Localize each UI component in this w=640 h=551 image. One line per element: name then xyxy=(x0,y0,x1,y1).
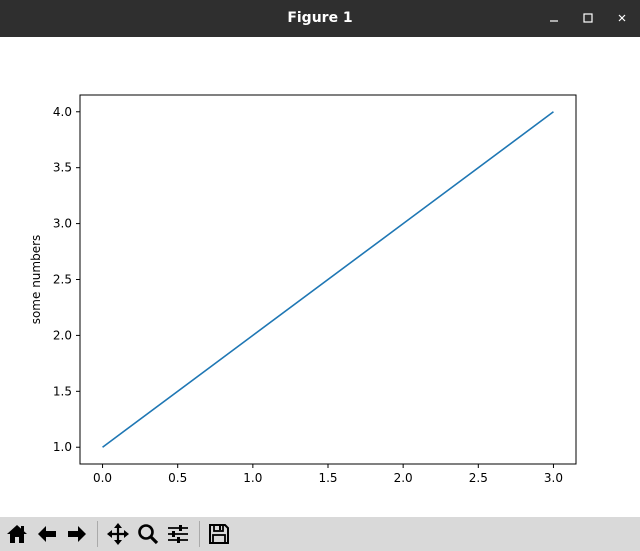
close-icon xyxy=(618,14,626,22)
y-tick-label: 4.0 xyxy=(53,105,72,119)
pan-button[interactable] xyxy=(104,520,131,547)
navigation-toolbar xyxy=(0,517,640,551)
y-tick-label: 3.5 xyxy=(53,161,72,175)
x-tick-label: 0.0 xyxy=(93,471,112,485)
y-tick-label: 2.5 xyxy=(53,273,72,287)
toolbar-separator xyxy=(199,521,200,547)
y-axis-label: some numbers xyxy=(29,235,43,325)
home-icon xyxy=(6,524,27,543)
maximize-icon xyxy=(583,13,593,23)
figure-canvas[interactable]: 0.0 0.5 1.0 1.5 2.0 2.5 3.0 1.0 1.5 2.0 2.5 3.0 3.5 4… xyxy=(0,37,640,517)
pan-icon xyxy=(106,522,129,545)
zoom-icon xyxy=(137,523,158,544)
x-tick-label: 1.5 xyxy=(318,471,337,485)
y-tick-label: 1.0 xyxy=(53,440,72,454)
configure-subplots-button[interactable] xyxy=(164,520,191,547)
forward-icon xyxy=(67,525,86,542)
minimize-icon xyxy=(550,20,558,22)
toolbar-separator xyxy=(97,521,98,547)
forward-button[interactable] xyxy=(63,520,90,547)
y-tick-label: 1.5 xyxy=(53,384,72,398)
maximize-button[interactable] xyxy=(578,8,598,28)
x-tick-label: 0.5 xyxy=(168,471,187,485)
y-tick-label: 3.0 xyxy=(53,217,72,231)
x-tick-label: 1.0 xyxy=(243,471,262,485)
zoom-button[interactable] xyxy=(134,520,161,547)
save-icon xyxy=(208,523,229,544)
line-chart: 0.0 0.5 1.0 1.5 2.0 2.5 3.0 1.0 1.5 2.0 2.5 3.0 3.5 4… xyxy=(29,94,577,485)
x-tick-label: 2.5 xyxy=(469,471,488,485)
configure-subplots-icon xyxy=(167,524,188,543)
save-button[interactable] xyxy=(205,520,232,547)
x-tick-label: 3.0 xyxy=(544,471,563,485)
home-button[interactable] xyxy=(3,520,30,547)
x-tick-label: 2.0 xyxy=(394,471,413,485)
y-tick-label: 2.0 xyxy=(53,328,72,342)
minimize-button[interactable] xyxy=(544,8,564,28)
back-button[interactable] xyxy=(33,520,60,547)
close-button[interactable] xyxy=(612,8,632,28)
back-icon xyxy=(37,525,56,542)
window-titlebar: Figure 1 xyxy=(0,0,640,37)
